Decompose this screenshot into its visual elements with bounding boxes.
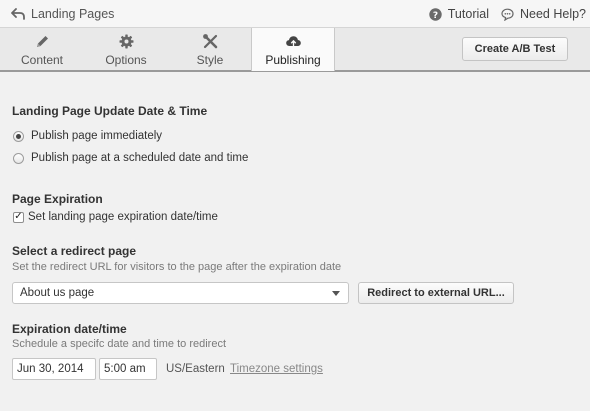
chevron-down-icon	[332, 291, 340, 296]
publishing-panel: Landing Page Update Date & Time Publish …	[0, 74, 590, 411]
chat-bubble-icon	[501, 8, 514, 21]
tab-options[interactable]: Options	[84, 28, 168, 71]
tutorial-link[interactable]: ? Tutorial	[429, 7, 489, 21]
tab-content[interactable]: Content	[0, 28, 84, 71]
redirect-page-value: About us page	[20, 287, 95, 299]
timezone-settings-link[interactable]: Timezone settings	[230, 363, 323, 375]
date-section-description: Schedule a specifc date and time to redi…	[12, 338, 227, 350]
cloud-upload-icon	[285, 36, 301, 47]
back-link-label: Landing Pages	[31, 7, 115, 21]
tab-publishing-label: Publishing	[265, 53, 321, 67]
tab-bar: Content Options Style Publishing Create …	[0, 27, 590, 72]
expiration-checkbox[interactable]: ✓	[13, 211, 24, 223]
expiration-section-heading: Page Expiration	[12, 192, 103, 206]
need-help-link[interactable]: Need Help?	[501, 7, 586, 21]
redirect-page-select[interactable]: About us page	[12, 282, 349, 304]
svg-text:?: ?	[433, 11, 438, 21]
tutorial-label: Tutorial	[447, 7, 489, 21]
tools-icon	[202, 34, 217, 49]
publish-scheduled-label: Publish page at a scheduled date and tim…	[31, 152, 249, 164]
timezone-label: US/Eastern	[166, 363, 225, 375]
tab-content-label: Content	[20, 53, 64, 67]
date-section-heading: Expiration date/time	[12, 322, 127, 336]
gear-icon	[119, 34, 133, 49]
publish-immediately-radio[interactable]	[13, 130, 24, 142]
create-ab-test-button[interactable]: Create A/B Test	[462, 37, 568, 61]
redirect-section-description: Set the redirect URL for visitors to the…	[12, 261, 342, 273]
need-help-label: Need Help?	[519, 7, 586, 21]
question-icon: ?	[429, 7, 442, 21]
back-link[interactable]: Landing Pages	[11, 7, 114, 21]
expiration-time-input[interactable]: 5:00 am	[99, 358, 157, 380]
top-bar: Landing Pages ? Tutorial Need Help?	[0, 0, 590, 28]
redirect-external-url-button[interactable]: Redirect to external URL...	[358, 282, 514, 304]
publish-immediately-option[interactable]: Publish page immediately	[13, 130, 162, 142]
update-section-heading: Landing Page Update Date & Time	[12, 104, 208, 118]
back-arrow-icon	[11, 8, 25, 20]
expiration-checkbox-label: Set landing page expiration date/time	[28, 211, 218, 223]
tab-style-label: Style	[196, 53, 224, 67]
publish-immediately-label: Publish page immediately	[31, 130, 163, 142]
pencil-icon	[36, 36, 48, 47]
expiration-checkbox-row[interactable]: ✓ Set landing page expiration date/time	[13, 211, 218, 223]
tab-style[interactable]: Style	[168, 28, 252, 71]
tab-publishing[interactable]: Publishing	[251, 28, 335, 71]
tab-options-label: Options	[105, 53, 147, 67]
expiration-date-input[interactable]: Jun 30, 2014	[12, 358, 96, 380]
publish-scheduled-option[interactable]: Publish page at a scheduled date and tim…	[13, 152, 248, 164]
redirect-section-heading: Select a redirect page	[12, 244, 137, 258]
publish-scheduled-radio[interactable]	[13, 152, 24, 164]
